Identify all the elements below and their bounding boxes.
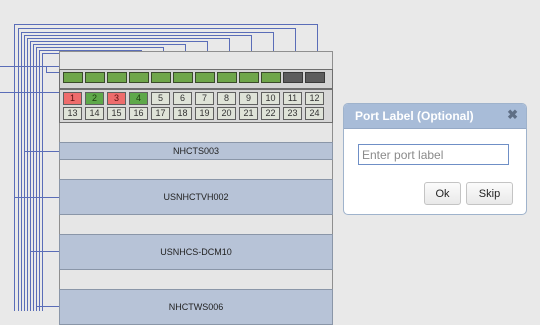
device-label: USNHCS-DCM10 bbox=[160, 247, 232, 257]
port-10[interactable]: 10 bbox=[261, 92, 280, 105]
device-label: NHCTS003 bbox=[172, 146, 219, 156]
status-led bbox=[85, 72, 105, 83]
port-21[interactable]: 21 bbox=[239, 107, 258, 120]
device-label: USNHCTVH002 bbox=[163, 192, 229, 202]
port-9[interactable]: 9 bbox=[239, 92, 258, 105]
port-8[interactable]: 8 bbox=[217, 92, 236, 105]
status-led bbox=[173, 72, 193, 83]
port-16[interactable]: 16 bbox=[129, 107, 148, 120]
port-1[interactable]: 1 bbox=[63, 92, 82, 105]
dialog-title: Port Label (Optional) bbox=[355, 109, 474, 123]
port-5[interactable]: 5 bbox=[151, 92, 170, 105]
device-usnhcs-dcm10[interactable]: USNHCS-DCM10 bbox=[59, 234, 333, 270]
ok-button[interactable]: Ok bbox=[424, 182, 461, 205]
status-led bbox=[195, 72, 215, 83]
device-nhcts003[interactable]: NHCTS003 bbox=[59, 142, 333, 160]
port-7[interactable]: 7 bbox=[195, 92, 214, 105]
status-led bbox=[305, 72, 325, 83]
status-led bbox=[217, 72, 237, 83]
device-nhctws006[interactable]: NHCTWS006 bbox=[59, 289, 333, 325]
device-usnhctvh002[interactable]: USNHCTVH002 bbox=[59, 179, 333, 215]
status-led bbox=[129, 72, 149, 83]
port-14[interactable]: 14 bbox=[85, 107, 104, 120]
status-led bbox=[151, 72, 171, 83]
status-led bbox=[283, 72, 303, 83]
port-label-dialog: Port Label (Optional) ✖ Ok Skip bbox=[343, 103, 527, 215]
dialog-title-bar[interactable]: Port Label (Optional) ✖ bbox=[344, 104, 526, 129]
status-led bbox=[107, 72, 127, 83]
port-6[interactable]: 6 bbox=[173, 92, 192, 105]
port-24[interactable]: 24 bbox=[305, 107, 324, 120]
status-led bbox=[63, 72, 83, 83]
port-22[interactable]: 22 bbox=[261, 107, 280, 120]
close-icon[interactable]: ✖ bbox=[507, 107, 518, 123]
skip-button[interactable]: Skip bbox=[466, 182, 513, 205]
port-17[interactable]: 17 bbox=[151, 107, 170, 120]
status-led bbox=[261, 72, 281, 83]
cable-line bbox=[46, 66, 59, 73]
port-13[interactable]: 13 bbox=[63, 107, 82, 120]
port-3[interactable]: 3 bbox=[107, 92, 126, 105]
port-2[interactable]: 2 bbox=[85, 92, 104, 105]
port-15[interactable]: 15 bbox=[107, 107, 126, 120]
port-18[interactable]: 18 bbox=[173, 107, 192, 120]
status-led bbox=[239, 72, 259, 83]
port-20[interactable]: 20 bbox=[217, 107, 236, 120]
port-11[interactable]: 11 bbox=[283, 92, 302, 105]
port-4[interactable]: 4 bbox=[129, 92, 148, 105]
port-12[interactable]: 12 bbox=[305, 92, 324, 105]
port-19[interactable]: 19 bbox=[195, 107, 214, 120]
port-label-input[interactable] bbox=[358, 144, 509, 165]
port-23[interactable]: 23 bbox=[283, 107, 302, 120]
